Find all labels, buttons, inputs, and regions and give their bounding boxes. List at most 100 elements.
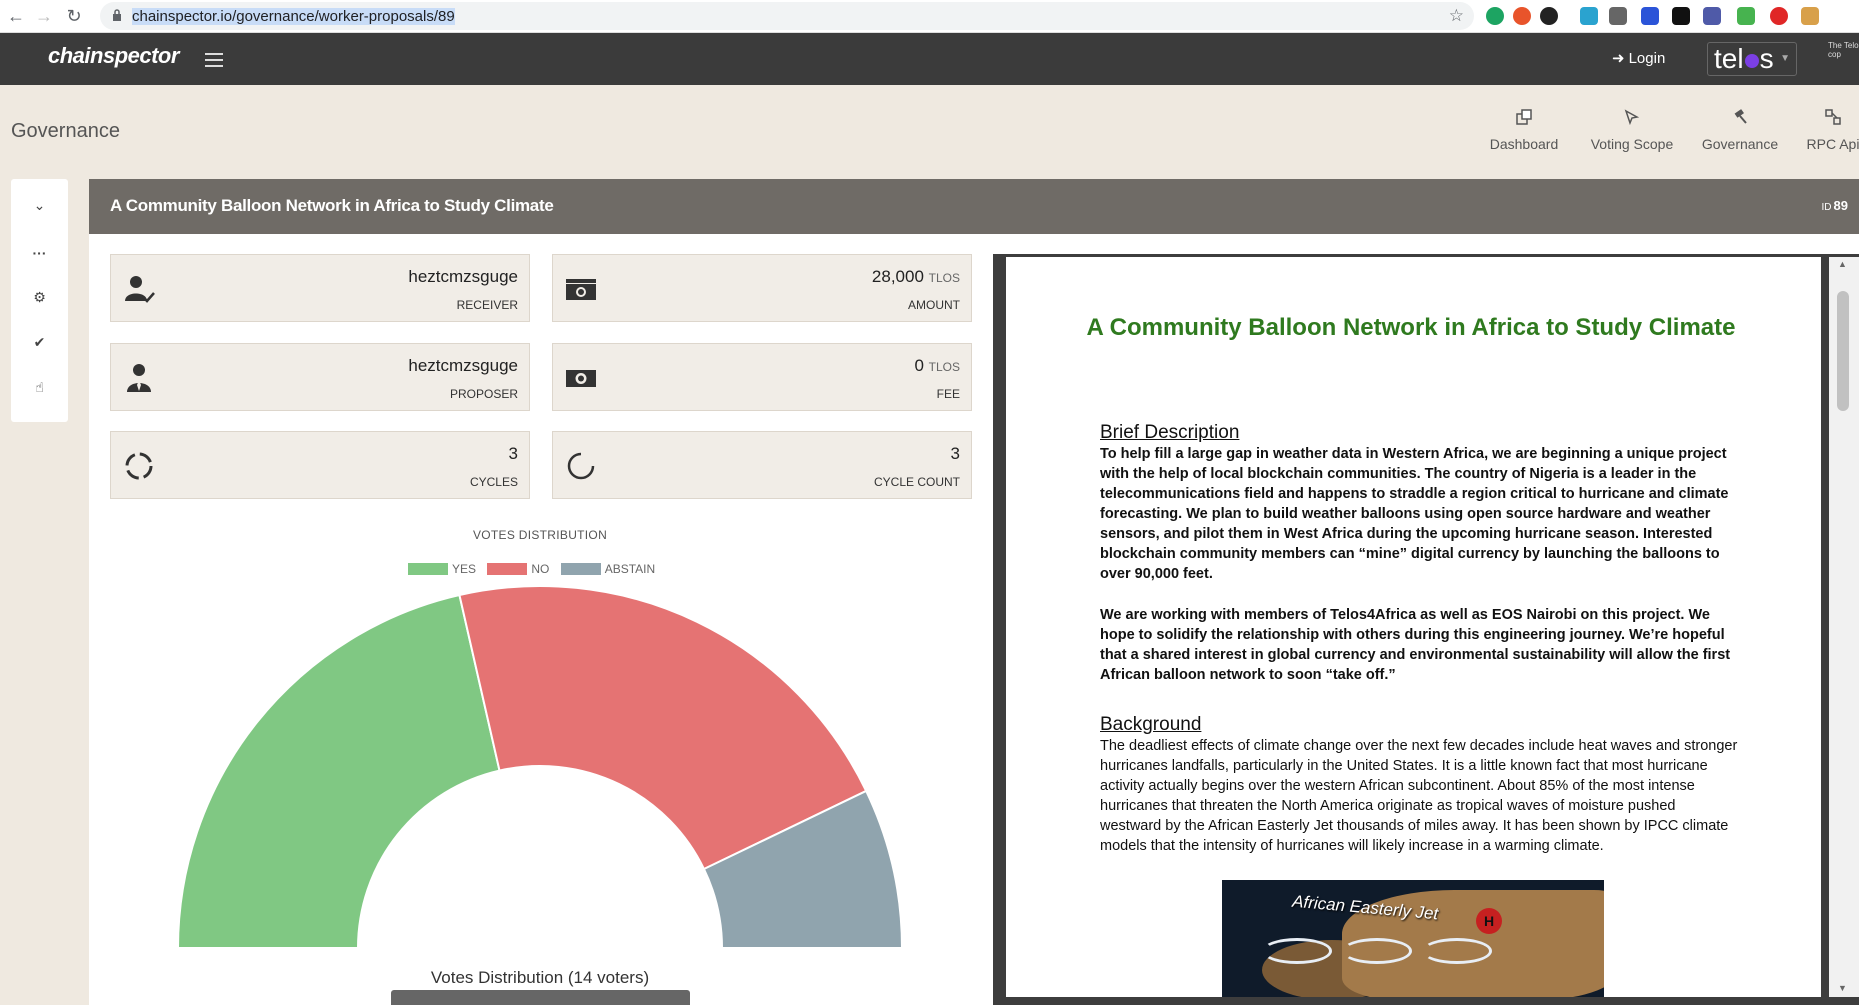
address-bar[interactable]: chainspector.io/governance/worker-propos…: [100, 2, 1474, 30]
extension-icon[interactable]: [1737, 7, 1755, 25]
african-easterly-jet-image: African Easterly Jet H: [1222, 880, 1604, 997]
corner-logo[interactable]: The Telo cop: [1828, 41, 1859, 59]
cycle-count-card: 3 CYCLE COUNT: [552, 431, 972, 499]
legend-swatch: [487, 563, 528, 575]
card-value: 3: [508, 444, 518, 463]
fee-card: 0 TLOS FEE: [552, 343, 972, 411]
nav-label: Governance: [1701, 136, 1779, 152]
spinner-icon: [567, 452, 595, 480]
nav-governance[interactable]: Governance: [1697, 108, 1783, 152]
nav-dashboard[interactable]: Dashboard: [1484, 108, 1564, 152]
scrollbar-thumb[interactable]: [1837, 291, 1849, 411]
sign-in-icon: ➜: [1612, 50, 1625, 67]
hand-pointer-icon[interactable]: ☝: [11, 379, 68, 396]
url-text: chainspector.io/governance/worker-propos…: [132, 8, 455, 25]
proposal-header: A Community Balloon Network in Africa to…: [89, 179, 1859, 234]
card-label: PROPOSER: [449, 387, 518, 401]
card-value: 28,000 TLOS: [871, 267, 960, 286]
legend-item-yes[interactable]: YES: [408, 562, 476, 576]
left-sidebar: ⌄ ··· ⚙ ✔ ☝: [11, 179, 68, 422]
check-icon[interactable]: ✔: [11, 334, 68, 351]
network-logo: tel s: [1714, 43, 1774, 74]
card-value: heztcmzsguge: [408, 356, 518, 375]
card-label: RECEIVER: [456, 298, 518, 312]
card-value: heztcmzsguge: [408, 267, 518, 286]
forward-icon[interactable]: →: [32, 4, 56, 28]
legend-item-no[interactable]: NO: [487, 562, 549, 576]
gavel-icon: [1734, 109, 1747, 124]
network-icon: [1825, 109, 1841, 125]
card-label: CYCLE COUNT: [873, 475, 960, 489]
receiver-card: heztcmzsguge RECEIVER: [110, 254, 530, 322]
cycles-card: 3 CYCLES: [110, 431, 530, 499]
proposal-document-viewer: A Community Balloon Network in Africa to…: [993, 254, 1859, 1005]
bookmark-star-icon[interactable]: ☆: [1449, 6, 1464, 26]
card-value: 3: [950, 444, 960, 463]
nav-label: Voting Scope: [1590, 136, 1674, 152]
scroll-down-icon[interactable]: ▼: [1838, 983, 1847, 993]
circle-dashed-icon: [125, 452, 153, 480]
brief-paragraph-2: We are working with members of Telos4Afr…: [1100, 607, 1731, 683]
extension-icon[interactable]: [1703, 7, 1721, 25]
legend-label: NO: [531, 562, 550, 576]
extension-icon[interactable]: [1513, 7, 1531, 25]
back-icon[interactable]: ←: [4, 4, 28, 28]
nav-rpc-api[interactable]: RPC Api: [1803, 108, 1859, 152]
card-value: 0 TLOS: [914, 356, 960, 375]
chainspector-logo[interactable]: chainspector: [48, 43, 179, 69]
background-heading: Background: [1100, 714, 1202, 735]
extension-icon[interactable]: [1770, 7, 1788, 25]
money-stack-icon: [566, 279, 596, 300]
chevron-down-icon[interactable]: ⌄: [11, 197, 68, 214]
hamburger-menu-icon[interactable]: [205, 53, 223, 67]
proposer-card: heztcmzsguge PROPOSER: [110, 343, 530, 411]
extension-icon[interactable]: [1540, 7, 1558, 25]
document-page[interactable]: A Community Balloon Network in Africa to…: [1006, 257, 1821, 997]
background-paragraph: The deadliest effects of climate change …: [1100, 738, 1738, 854]
network-selector[interactable]: tel s ▼: [1707, 42, 1797, 76]
chart-footer-bar: [391, 990, 690, 1005]
brief-paragraph-1: To help fill a large gap in weather data…: [1100, 446, 1729, 582]
nav-label: RPC Api: [1806, 136, 1859, 152]
extension-icon[interactable]: [1580, 7, 1598, 25]
nav-voting-scope[interactable]: Voting Scope: [1584, 108, 1680, 152]
legend-label: ABSTAIN: [604, 562, 656, 576]
chart-legend: YES NO ABSTAIN: [408, 562, 663, 576]
nav-label: Dashboard: [1489, 136, 1559, 152]
login-button[interactable]: ➜ Login: [1612, 49, 1665, 67]
browser-toolbar: ← → ↻ chainspector.io/governance/worker-…: [0, 0, 1859, 33]
ellipsis-icon[interactable]: ···: [11, 245, 68, 261]
proposal-id: ID 89: [1822, 198, 1848, 213]
chart-caption: Votes Distribution (14 voters): [430, 968, 650, 987]
lock-icon: [113, 9, 121, 21]
extension-icon[interactable]: [1486, 7, 1504, 25]
user-check-icon: [125, 276, 155, 303]
app-header: chainspector ➜ Login tel s ▼ The Telo cop: [0, 33, 1859, 85]
extension-icon[interactable]: [1672, 7, 1690, 25]
votes-half-doughnut-chart: [176, 585, 904, 949]
reload-icon[interactable]: ↻: [62, 4, 86, 28]
money-bill-icon: [566, 370, 596, 387]
external-link-icon: [1516, 109, 1532, 125]
slice-yes[interactable]: [176, 593, 501, 949]
extension-icon[interactable]: [1801, 7, 1819, 25]
proposal-id-label: ID: [1821, 202, 1832, 213]
legend-swatch: [560, 563, 601, 575]
page-title: Governance: [11, 120, 120, 142]
proposal-id-value: 89: [1833, 198, 1848, 213]
proposal-title: A Community Balloon Network in Africa to…: [110, 196, 554, 215]
extension-icon[interactable]: [1609, 7, 1627, 25]
document-scrollbar[interactable]: ▲ ▼: [1829, 257, 1859, 997]
chevron-down-icon: ▼: [1780, 53, 1790, 64]
legend-item-abstain[interactable]: ABSTAIN: [560, 562, 656, 576]
scroll-up-icon[interactable]: ▲: [1838, 259, 1847, 269]
card-label: CYCLES: [469, 475, 518, 489]
legend-swatch: [408, 563, 448, 575]
legend-label: YES: [452, 562, 477, 576]
gear-icon[interactable]: ⚙: [11, 289, 68, 306]
chart-title: VOTES DISTRIBUTION: [472, 528, 608, 542]
high-pressure-marker: H: [1476, 908, 1502, 934]
cursor-select-icon: [1624, 109, 1640, 126]
extension-icon[interactable]: [1641, 7, 1659, 25]
card-label: FEE: [936, 387, 960, 401]
